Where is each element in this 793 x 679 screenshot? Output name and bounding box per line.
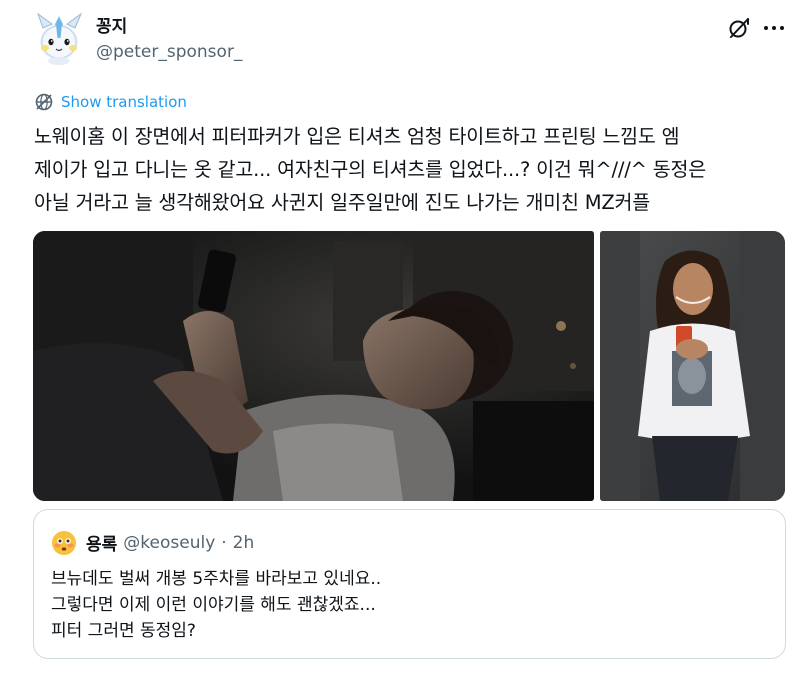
photo-woman-with-phone (600, 231, 785, 501)
photo-man-on-phone (33, 231, 594, 501)
tweet: 꽁지 @peter_sponsor_ Show translation 노웨이홈… (0, 0, 793, 679)
quoted-author-name[interactable]: 용록 (86, 530, 117, 555)
translate-icon (35, 93, 53, 111)
more-horizontal-icon[interactable] (762, 18, 786, 38)
quoted-timestamp[interactable]: 2h (233, 533, 255, 553)
tweet-photo-1[interactable] (33, 231, 594, 501)
author-avatar[interactable] (34, 12, 84, 66)
tweet-text-line: 제이가 입고 다니는 옷 같고... 여자친구의 티셔츠를 입었다...? 이건… (34, 158, 706, 181)
quoted-tweet[interactable]: 용록 @keoseuly · 2h 브뉴데도 벌써 개봉 5주차를 바라보고 있… (33, 509, 786, 659)
quoted-text-line: 브뉴데도 벌써 개봉 5주차를 바라보고 있네요.. (51, 569, 382, 589)
show-translation-label: Show translation (61, 93, 187, 111)
quoted-text-line: 그렇다면 이제 이런 이야기를 해도 괜찮겠죠... (51, 595, 376, 615)
show-translation-link[interactable]: Show translation (34, 91, 187, 113)
author-handle[interactable]: @peter_sponsor_ (96, 42, 242, 62)
separator-dot: · (221, 532, 227, 553)
tweet-text-line: 노웨이홈 이 장면에서 피터파커가 입은 티셔츠 엄청 타이트하고 프린팅 느낌… (34, 125, 680, 148)
tweet-text: 노웨이홈 이 장면에서 피터파커가 입은 티셔츠 엄청 타이트하고 프린팅 느낌… (34, 120, 784, 219)
quoted-tweet-header: 용록 @keoseuly · 2h (86, 530, 255, 556)
quoted-author-handle[interactable]: @keoseuly (123, 533, 215, 553)
quoted-text-line: 피터 그러면 동정임? (51, 621, 196, 641)
tweet-photo-2[interactable] (600, 231, 785, 501)
grok-icon[interactable] (727, 16, 751, 40)
flushed-face-icon[interactable] (51, 530, 77, 556)
avatar-image (36, 12, 83, 65)
quoted-tweet-text: 브뉴데도 벌써 개봉 5주차를 바라보고 있네요.. 그렇다면 이제 이런 이야… (51, 566, 381, 644)
tweet-text-line: 아닐 거라고 늘 생각해왔어요 사귄지 일주일만에 진도 나가는 개미친 MZ커… (34, 191, 650, 214)
author-display-name[interactable]: 꽁지 (96, 12, 127, 37)
